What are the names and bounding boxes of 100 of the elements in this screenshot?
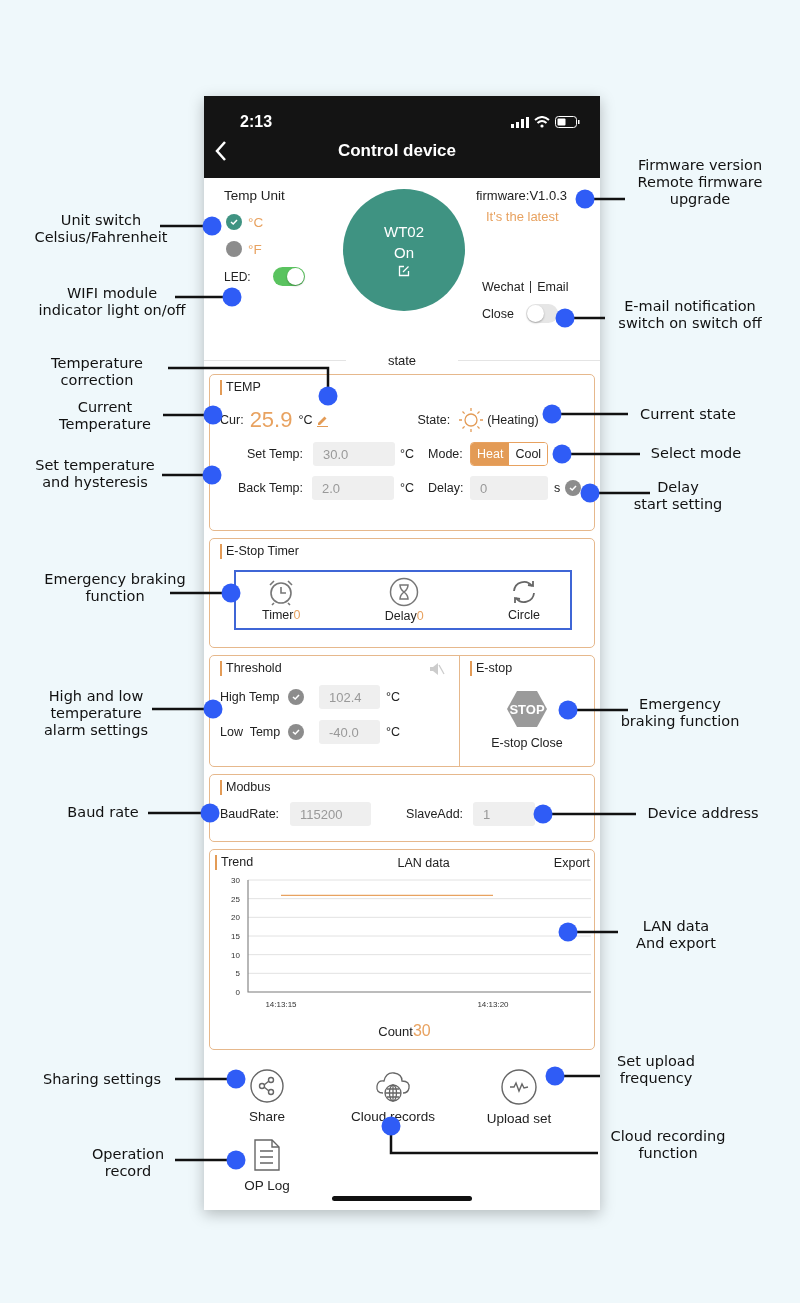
slave-address-label: SlaveAdd: [406,807,464,821]
baud-rate-label: BaudRate: [220,807,280,821]
check-icon[interactable] [565,480,582,496]
chart-title: LAN data [397,855,450,870]
unit-label: °C [298,413,313,427]
state-label: State: [417,413,451,427]
state-value: (Heating) [487,413,539,427]
callout-label: Select mode [650,445,742,462]
axis-label: 5 [235,969,240,979]
callout-label: Temperature correction [51,355,143,389]
leader-line [558,922,618,942]
unit-label: °C [248,214,264,230]
wifi-icon [534,116,550,128]
unit-label: s [554,481,561,495]
callout-label: Device address [647,805,759,822]
axis-label: 20 [231,913,240,923]
callout-label: Sharing settings [42,1071,162,1088]
callout-label: Baud rate [67,804,139,821]
power-state: On [394,244,414,261]
callout-label: Delay start setting [633,479,723,513]
leader-line [175,1069,246,1089]
share-icon [250,1069,284,1103]
notify-channel[interactable]: Wechat [482,280,525,294]
axis-label: 15 [231,932,240,941]
callout-label: Set temperature and hysteresis [35,457,155,491]
check-icon [229,217,239,227]
back-icon[interactable] [214,140,228,162]
timer-option[interactable]: Circle [508,572,540,628]
action-button[interactable]: OP Log [204,1138,330,1193]
firmware-version[interactable]: firmware:V1.0.3 [476,188,600,203]
unit-label: °C [386,725,401,739]
unit-label: °C [400,481,415,495]
axis-label: 14:13:15 [265,1000,297,1009]
firmware-status: It's the latest [486,209,560,224]
axis-label: 10 [231,950,240,960]
unit-label: °C [400,447,415,461]
leader-line [575,189,625,209]
current-temperature: 25.9 [249,407,293,433]
callout-label: Cloud recording function [610,1128,726,1162]
set-temp-label: Set Temp: [245,447,303,461]
callout-label: Current state [640,406,736,423]
mode-label: Mode: [428,447,464,461]
leader-line [555,308,605,328]
callout-label: Current Temperature [59,399,151,433]
count-value: 30 [412,1022,431,1039]
screen-title: Control device [336,141,458,161]
leader-line [175,1150,246,1170]
document-icon [253,1138,281,1172]
delay-label: Delay: [428,481,465,495]
led-toggle[interactable] [272,267,305,286]
leader-line [545,1066,600,1086]
signal-icon [511,116,529,128]
callout-label: WIFI module indicator light on/off [38,285,186,319]
card-title: E-Stop Timer [220,544,584,559]
card-title: Threshold [220,661,282,676]
callout-label: Set upload frequency [617,1053,695,1087]
hourglass-icon [389,577,420,607]
section-label: state [386,352,418,368]
card-title: E-stop [470,661,513,676]
callout-label: LAN data And export [636,918,716,952]
check-icon[interactable] [288,689,304,705]
callout-label: Emergency braking function [44,571,186,605]
unit-radio[interactable] [226,241,242,257]
callout-label: Emergency braking function [620,696,740,730]
export-link[interactable]: Export [553,855,590,870]
cloud-globe-icon [374,1069,412,1103]
back-temp-label: Back Temp: [236,481,303,495]
card-title: Trend [215,855,254,870]
callout-label: Operation record [91,1146,165,1180]
device-status-circle[interactable]: WT02 On [343,189,465,311]
notify-toggle[interactable] [525,304,558,323]
status-time: 2:13 [240,113,273,131]
check-icon[interactable] [288,724,304,740]
led-label: LED: [224,269,251,284]
timer-option[interactable]: Delay0 [384,572,424,628]
edit-icon[interactable] [398,265,410,277]
count-label: Count [378,1024,413,1039]
unit-label: °F [248,241,262,257]
axis-label: 25 [231,894,240,904]
estop-status: E-stop Close [490,736,564,750]
callout-label: E-mail notification switch on switch off [618,298,762,332]
axis-label: 30 [231,876,240,885]
callout-label: Unit switch Celsius/Fahrenheit [34,212,168,246]
current-label: Cur: [220,413,244,427]
axis-label: 14:13:20 [477,1000,509,1009]
sun-icon [458,407,485,433]
timer-option[interactable]: Timer0 [262,572,301,628]
device-name: WT02 [384,223,424,240]
callout-label: Firmware version Remote firmware upgrade [637,157,763,208]
axis-label: 0 [235,988,240,997]
card-title: Modbus [220,780,584,795]
notify-channel[interactable]: Email [537,280,569,294]
leader-line [152,699,223,719]
action-button[interactable]: Upload set [456,1069,582,1126]
threshold-label: High Temp [220,690,281,704]
callout-label: High and low temperature alarm settings [43,688,149,739]
action-button[interactable]: Share [204,1069,330,1126]
pulse-icon [501,1069,537,1105]
unit-label: °C [386,690,401,704]
unit-radio[interactable] [226,214,242,230]
